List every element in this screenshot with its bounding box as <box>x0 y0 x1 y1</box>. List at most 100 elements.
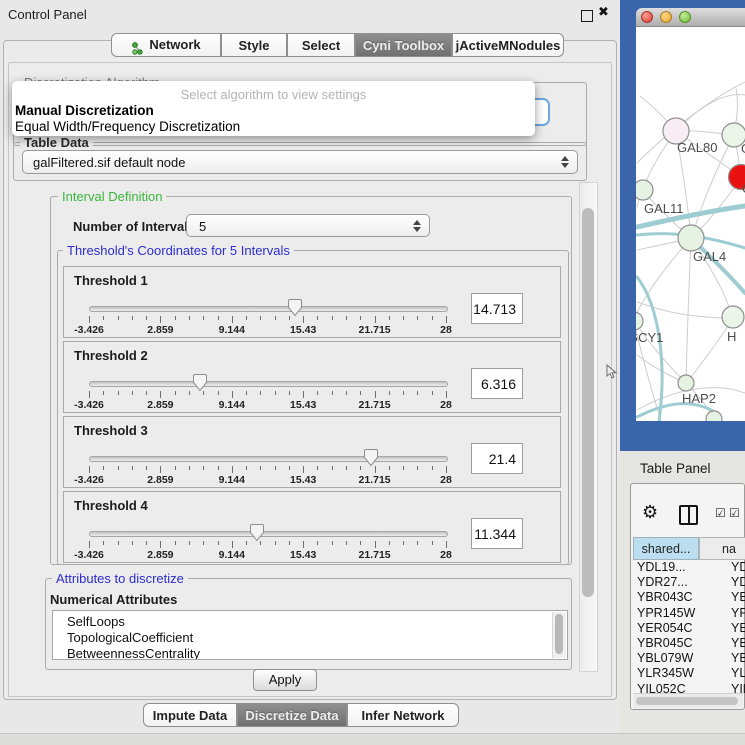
table-cell[interactable]: YBR0 <box>731 636 745 651</box>
close-traffic-light-icon[interactable] <box>641 11 653 23</box>
slider-track[interactable] <box>89 531 448 537</box>
float-window-icon[interactable] <box>581 10 593 22</box>
tick-mark <box>375 391 376 398</box>
number-of-intervals-combobox[interactable]: 5 <box>186 214 430 237</box>
table-cell[interactable]: YDR27... <box>633 575 688 589</box>
close-icon[interactable]: ✖ <box>598 5 609 20</box>
table-row[interactable]: YDR27... YDR2 <box>633 575 745 590</box>
screen: Control Panel ✖ Network Style Select Cyn… <box>0 0 745 745</box>
column-layout-icon[interactable] <box>679 505 698 525</box>
tick-mark <box>218 316 219 320</box>
table-cell[interactable]: YDL19... <box>633 560 686 574</box>
network-node[interactable] <box>636 312 643 330</box>
table-cell[interactable]: YLR345W <box>633 666 694 680</box>
zoom-traffic-light-icon[interactable] <box>679 11 691 23</box>
dropdown-item-manual-discretization[interactable]: Manual Discretization <box>15 103 154 118</box>
column-header-shared-name[interactable]: shared... <box>633 537 699 560</box>
network-window-titlebar[interactable] <box>636 8 745 27</box>
network-node[interactable] <box>636 180 653 200</box>
tick-label: -3.426 <box>74 324 104 336</box>
tab-select[interactable]: Select <box>287 33 355 57</box>
table-horizontal-scrollbar[interactable] <box>633 693 743 708</box>
apply-button[interactable]: Apply <box>253 669 317 691</box>
panel-scrollbar-thumb[interactable] <box>582 208 594 597</box>
tick-mark <box>232 316 233 323</box>
tick-mark <box>218 541 219 545</box>
tick-mark <box>289 466 290 470</box>
table-cell[interactable]: YBL0 <box>731 651 745 666</box>
network-node[interactable] <box>678 225 704 251</box>
table-cell[interactable]: YDR2 <box>731 575 745 590</box>
table-cell[interactable]: YLR3 <box>731 666 745 681</box>
network-nodes[interactable] <box>636 118 745 421</box>
table-row[interactable]: YER054C YER0 <box>633 621 745 636</box>
slider-track[interactable] <box>89 456 448 462</box>
tick-label: 15.43 <box>290 324 316 336</box>
minimize-traffic-light-icon[interactable] <box>660 11 672 23</box>
slider-thumb[interactable] <box>287 298 303 317</box>
attribute-list-item[interactable]: BetweennessCentrality <box>53 646 567 660</box>
table-data-combobox[interactable]: galFiltered.sif default node <box>22 150 578 174</box>
threshold-value-field[interactable]: 11.344 <box>471 518 523 549</box>
tick-mark <box>275 466 276 470</box>
table-cell[interactable]: YIL0 <box>731 682 745 694</box>
table-row[interactable]: YBR045C YBR0 <box>633 636 745 651</box>
gear-icon[interactable]: ⚙ <box>642 502 658 523</box>
checkbox-icon[interactable]: ☑ <box>729 506 740 520</box>
dropdown-placeholder-item[interactable]: Select algorithm to view settings <box>12 87 535 102</box>
tab-impute-data[interactable]: Impute Data <box>143 703 237 727</box>
threshold-value-field[interactable]: 21.4 <box>471 443 523 474</box>
slider-thumb[interactable] <box>363 448 379 467</box>
slider-track[interactable] <box>89 306 448 312</box>
table-cell[interactable]: YBR043C <box>633 590 693 604</box>
mouse-cursor <box>606 364 618 384</box>
table-cell[interactable]: YPR145W <box>633 606 695 620</box>
table-cell[interactable]: YBR045C <box>633 636 693 650</box>
threshold-label: Threshold 2 <box>74 348 148 363</box>
attribute-list-item[interactable]: TopologicalCoefficient <box>53 630 567 646</box>
node-label: GAL4 <box>693 249 726 264</box>
attribute-list-item[interactable]: SelfLoops <box>53 614 567 630</box>
tab-jactivemnodules[interactable]: jActiveMNodules <box>452 33 564 57</box>
attributes-listbox[interactable]: SelfLoopsTopologicalCoefficientBetweenne… <box>52 610 568 660</box>
table-cell[interactable]: YER0 <box>731 621 745 636</box>
network-canvas[interactable]: GAL80GCGAL11GAL4GCY1HHAP2 <box>636 27 745 421</box>
table-cell[interactable]: YDL1 <box>731 560 745 575</box>
tick-mark <box>432 391 433 395</box>
tick-mark <box>260 466 261 470</box>
slider-thumb[interactable] <box>192 373 208 392</box>
tab-cyni-toolbox[interactable]: Cyni Toolbox <box>355 33 452 57</box>
network-node[interactable] <box>706 411 722 421</box>
tick-label: 21.715 <box>359 324 391 336</box>
table-cell[interactable]: YIL052C <box>633 682 686 694</box>
table-cell[interactable]: YBR0 <box>731 590 745 605</box>
tab-discretize-data[interactable]: Discretize Data <box>237 703 347 727</box>
table-cell[interactable]: YPR1 <box>731 606 745 621</box>
network-node[interactable] <box>678 375 694 391</box>
table-cell[interactable]: YER054C <box>633 621 693 635</box>
table-row[interactable]: YIL052C YIL0 <box>633 682 745 694</box>
table-row[interactable]: YLR345W YLR3 <box>633 666 745 681</box>
threshold-value-field[interactable]: 14.713 <box>471 293 523 324</box>
tab-style[interactable]: Style <box>221 33 287 57</box>
table-cell[interactable]: YBL079W <box>633 651 693 665</box>
tick-mark <box>317 541 318 545</box>
slider-track[interactable] <box>89 381 448 387</box>
slider-thumb[interactable] <box>249 523 265 542</box>
tab-network[interactable]: Network <box>111 33 221 57</box>
list-scrollbar[interactable] <box>552 612 566 658</box>
tick-mark <box>417 391 418 395</box>
table-row[interactable]: YBR043C YBR0 <box>633 590 745 605</box>
tick-row <box>89 466 446 474</box>
dropdown-item-equal-width-frequency[interactable]: Equal Width/Frequency Discretization <box>15 119 240 134</box>
table-row[interactable]: YBL079W YBL0 <box>633 651 745 666</box>
table-row[interactable]: YDL19... YDL1 <box>633 560 745 575</box>
tab-infer-network[interactable]: Infer Network <box>347 703 459 727</box>
checkbox-icon[interactable]: ☑ <box>715 506 726 520</box>
network-node[interactable] <box>722 306 744 328</box>
threshold-value-field[interactable]: 6.316 <box>471 368 523 399</box>
column-header-name[interactable]: na <box>699 537 745 560</box>
tick-label: 21.715 <box>359 474 391 486</box>
tick-label: -3.426 <box>74 549 104 561</box>
table-row[interactable]: YPR145W YPR1 <box>633 606 745 621</box>
